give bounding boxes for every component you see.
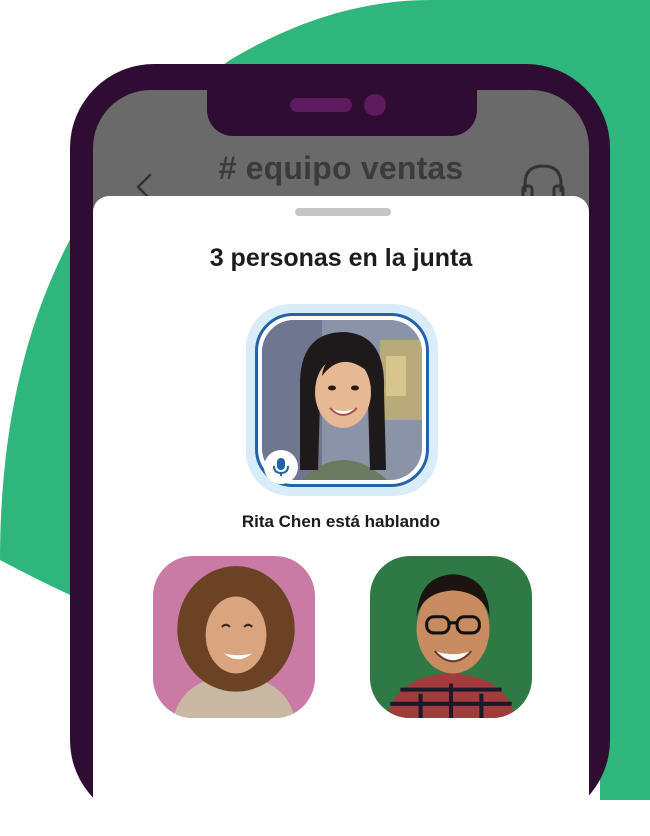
participant-tile-1[interactable] <box>153 556 315 718</box>
participant-avatar-2 <box>370 556 532 718</box>
participant-avatar-1 <box>153 556 315 718</box>
sheet-drag-handle[interactable] <box>295 208 391 216</box>
participant-tile-2[interactable] <box>370 556 532 718</box>
phone-notch <box>207 64 477 136</box>
active-speaker-tile[interactable] <box>246 304 438 496</box>
notch-camera <box>364 94 386 116</box>
speaking-status: Rita Chen está hablando <box>241 512 441 531</box>
notch-speaker <box>290 98 352 112</box>
huddle-title: 3 personas en la junta <box>209 244 473 272</box>
huddle-sheet: 3 personas en la junta Rita Chen está ha… <box>93 196 589 836</box>
microphone-icon <box>266 452 296 482</box>
